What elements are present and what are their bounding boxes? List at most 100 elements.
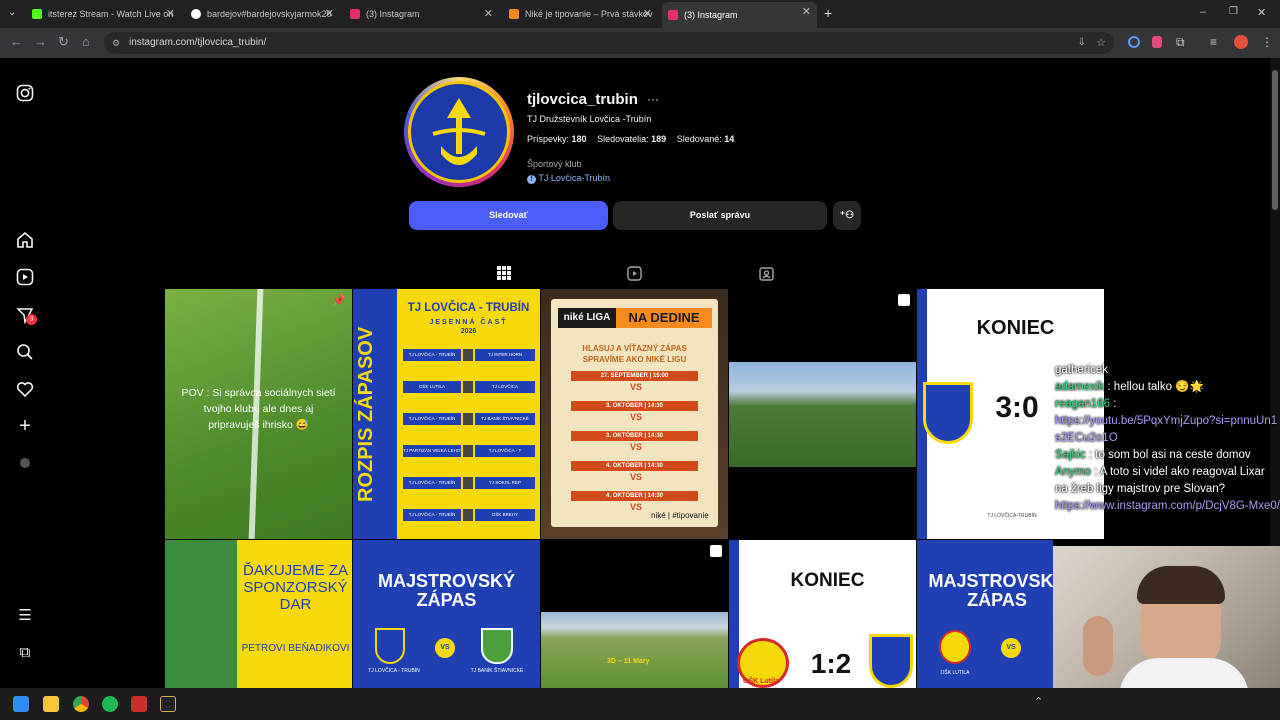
away-team: TJ BANÍK ŠTIAVNICKÉ <box>470 668 524 674</box>
menu-icon[interactable]: ☰ <box>16 607 34 625</box>
followers-count[interactable]: 189 <box>651 134 666 144</box>
media-icon[interactable]: ≡ <box>1210 35 1217 49</box>
url-field[interactable]: ⚙ instagram.com/tjlovcica_trubin/ ⇩ ☆ <box>104 32 1114 54</box>
post-title: KONIEC <box>790 570 865 591</box>
close-icon[interactable]: ✕ <box>325 7 334 20</box>
windows-start-icon[interactable] <box>13 696 29 712</box>
following-count[interactable]: 14 <box>724 134 734 144</box>
close-icon[interactable]: ✕ <box>643 7 652 20</box>
schedule-row: TJ LOVČICA - TRUBÍN TJ INTER HORN <box>397 345 540 365</box>
browser-tab-bar: ⌄ itsterez Stream - Watch Live on ✕ bard… <box>0 0 1280 28</box>
profile-icon[interactable] <box>16 454 34 472</box>
post-tile-4[interactable] <box>729 289 916 539</box>
reels-icon[interactable] <box>16 268 34 286</box>
home-icon[interactable] <box>16 231 34 249</box>
tab-instagram-active[interactable]: (3) Instagram ✕ <box>662 2 817 28</box>
window-close-button[interactable]: ✕ <box>1257 6 1266 19</box>
chat-link[interactable]: https://youtu.be/5PqxYmjZupo?si=pnnuUn1s… <box>1055 413 1280 447</box>
close-icon[interactable]: ✕ <box>166 7 175 20</box>
profile-link[interactable]: f TJ Lovčica-Trubín <box>527 173 610 184</box>
nike-vs: VS <box>629 472 642 482</box>
nike-date-bar: 27. SEPTEMBER | 15:00 <box>571 371 698 381</box>
reload-icon[interactable]: ↻ <box>58 34 69 50</box>
heart-icon[interactable] <box>16 380 34 398</box>
install-icon[interactable]: ⇩ <box>1078 32 1086 54</box>
close-icon[interactable]: ✕ <box>484 7 493 20</box>
post-tile-7[interactable]: MAJSTROVSKÝ ZÁPAS VS TJ LOVČICA - TRUBÍN… <box>353 540 540 688</box>
kick-icon <box>32 9 42 19</box>
maximize-button[interactable]: ❐ <box>1229 6 1238 17</box>
profile-link-text: TJ Lovčica-Trubín <box>538 173 611 183</box>
message-button[interactable]: Poslať správu <box>613 201 827 230</box>
tab-tiktok[interactable]: bardejov#bardejovskyjarmok20 ✕ <box>185 4 340 24</box>
extension-icon[interactable] <box>1128 36 1140 48</box>
app-icon[interactable] <box>131 696 147 712</box>
post-club: OŠK Lutila <box>743 678 779 685</box>
lutila-crest-icon <box>939 630 971 664</box>
chrome-icon[interactable] <box>73 696 89 712</box>
home-team: OŠK LUTILA <box>940 670 970 676</box>
minimize-button[interactable]: – <box>1200 6 1206 18</box>
post-tile-10[interactable]: MAJSTROVSKÝ ZÁPAS VS OŠK LUTILA <box>917 540 1053 688</box>
tab-kick[interactable]: itsterez Stream - Watch Live on ✕ <box>26 4 181 24</box>
file-explorer-icon[interactable] <box>43 696 59 712</box>
home-icon[interactable]: ⌂ <box>82 34 90 49</box>
chat-text: : <box>1113 398 1117 410</box>
back-icon[interactable]: ← <box>10 34 23 49</box>
forward-icon[interactable]: → <box>34 34 47 49</box>
followers-label[interactable]: Sledovatelia: <box>597 134 649 144</box>
tab-posts-grid-icon[interactable] <box>497 266 511 280</box>
chat-username: Sajkic <box>1055 449 1086 461</box>
profile-avatar[interactable] <box>1234 35 1248 49</box>
schedule-away: OŠK BREHY <box>475 509 535 521</box>
shield-extension-icon[interactable] <box>1152 36 1162 48</box>
post-tile-1[interactable]: POV : Si správca sociálnych sietí tvojho… <box>165 289 352 539</box>
post-tile-3[interactable]: niké LIGA NA DEDINE HLASUJ A VÍŤAZNÝ ZÁP… <box>541 289 728 539</box>
post-score: 1:2 <box>810 648 852 679</box>
post-tile-6[interactable]: ĎAKUJEME ZA SPONZORSKÝ DAR PETROVI BEŇAD… <box>165 540 352 688</box>
tab-instagram-1[interactable]: (3) Instagram ✕ <box>344 4 499 24</box>
post-tile-9[interactable]: KONIEC 1:2 OŠK Lutila <box>729 540 916 688</box>
post-title: TJ LOVČICA - TRUBÍN <box>407 302 530 314</box>
menu-icon[interactable]: ⋮ <box>1261 35 1273 49</box>
pin-icon: 📌 <box>332 295 346 307</box>
scrollbar-thumb[interactable] <box>1272 70 1278 210</box>
close-icon[interactable]: ✕ <box>802 5 811 18</box>
more-options-icon[interactable]: ··· <box>647 92 659 106</box>
suggest-user-icon[interactable]: ⁺⚇ <box>833 201 861 230</box>
posts-label: Príspevky: <box>527 134 570 144</box>
chat-message: https://www.instagram.com/p/DcjV8G-Mxe0/ <box>1055 498 1280 515</box>
post-tile-2[interactable]: ROZPIS ZÁPASOV TJ LOVČICA - TRUBÍN JESEN… <box>353 289 540 539</box>
spotify-icon[interactable] <box>102 696 118 712</box>
tray-chevron-icon[interactable]: ⌃ <box>1034 695 1043 708</box>
schedule-vs <box>463 381 473 393</box>
instagram-logo-icon[interactable] <box>16 84 34 102</box>
create-icon[interactable]: + <box>16 416 34 436</box>
chat-text: gathericek <box>1055 364 1109 376</box>
post-score: 3:0 <box>995 391 1039 424</box>
instagram-icon <box>668 10 678 20</box>
chat-link[interactable]: https://www.instagram.com/p/DcjV8G-Mxe0/ <box>1055 498 1280 515</box>
new-tab-button[interactable]: + <box>824 5 832 21</box>
profile-avatar[interactable] <box>404 77 514 187</box>
tab-nike[interactable]: Niké je tipovanie – Prvá stávkov ✕ <box>503 4 658 24</box>
search-icon[interactable] <box>16 343 34 361</box>
follow-button[interactable]: Sledovať <box>409 201 608 230</box>
url-text: instagram.com/tjlovcica_trubin/ <box>129 37 267 48</box>
following-label[interactable]: Sledované: <box>677 134 722 144</box>
more-apps-icon[interactable]: ⧉ <box>16 644 34 662</box>
messages-icon[interactable]: 3 <box>16 306 37 325</box>
video-icon <box>710 545 722 557</box>
app-icon-2[interactable] <box>160 696 176 712</box>
streamer-shirt <box>1119 658 1249 688</box>
chat-message: Sajkic : to som bol asi na ceste domov <box>1055 447 1280 464</box>
schedule-home: OŠK LUTILA <box>403 381 461 393</box>
nike-date-bar: 4. OKTÓBER | 14:30 <box>571 461 698 471</box>
tab-search-icon[interactable]: ⌄ <box>8 7 16 18</box>
puzzle-icon[interactable]: ⧉ <box>1176 35 1185 50</box>
bookmark-star-icon[interactable]: ☆ <box>1096 32 1106 54</box>
tab-reels-icon[interactable] <box>627 266 642 281</box>
site-info-icon[interactable]: ⚙ <box>112 32 120 54</box>
tab-tagged-icon[interactable] <box>759 266 774 281</box>
post-tile-8[interactable]: 3D – 11 Mary <box>541 540 728 688</box>
